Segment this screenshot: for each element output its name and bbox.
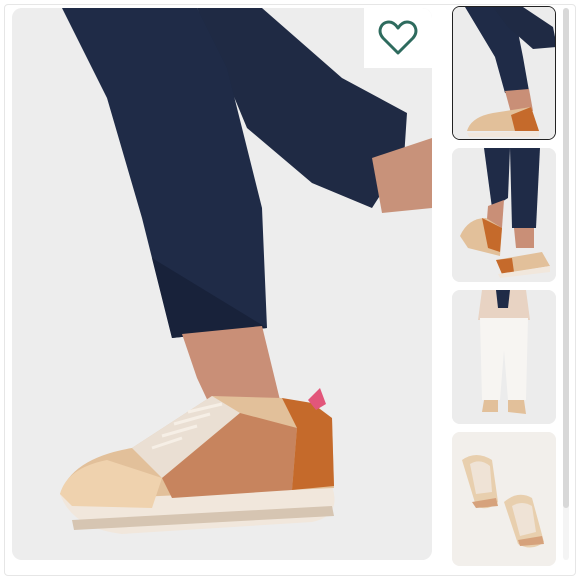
thumbnail-scrollbar[interactable] xyxy=(563,8,569,560)
thumbnail-side-view-walking[interactable] xyxy=(452,6,556,140)
thumbnail-full-outfit[interactable] xyxy=(452,290,556,424)
favorite-button[interactable] xyxy=(364,8,432,68)
main-product-image[interactable] xyxy=(12,8,432,560)
heart-outline-icon xyxy=(378,20,418,56)
thumbnail-pair-on-feet[interactable] xyxy=(452,148,556,282)
thumbnail-top-view-pair[interactable] xyxy=(452,432,556,566)
thumbnail-strip xyxy=(452,6,558,566)
scrollbar-thumb[interactable] xyxy=(563,8,569,508)
